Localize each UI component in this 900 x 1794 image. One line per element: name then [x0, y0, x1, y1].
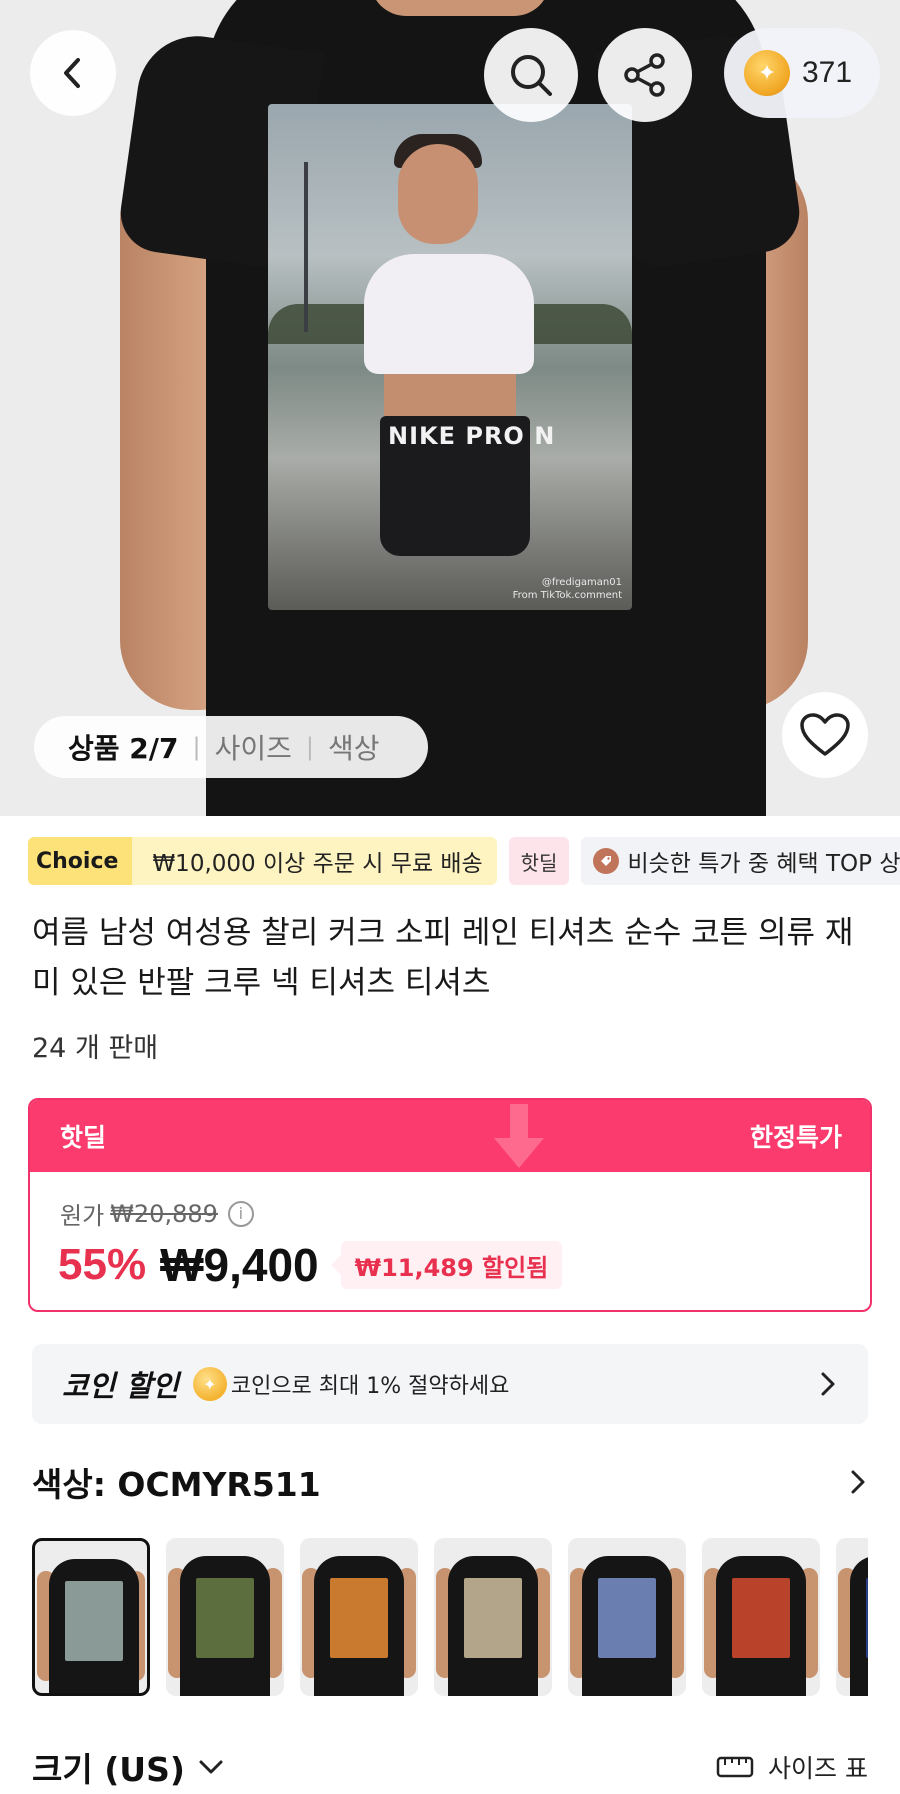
- color-swatch[interactable]: [702, 1538, 820, 1696]
- similar-deal-label: 비슷한 특가 중 혜택 TOP 상: [627, 851, 900, 877]
- swatch-art: [65, 1581, 123, 1661]
- chevron-left-icon: [64, 58, 80, 88]
- gallery-tab-color[interactable]: 색상: [328, 727, 380, 767]
- model-neck: [370, 0, 550, 16]
- chevron-right-icon: [851, 1470, 865, 1494]
- color-selector-header[interactable]: 색상: OCMYR511: [32, 1458, 868, 1506]
- original-price: ₩20,889: [110, 1199, 218, 1228]
- swatch-art: [866, 1578, 868, 1658]
- current-price: ₩9,400: [160, 1239, 319, 1291]
- free-shipping-label: ₩10,000 이상 주문 시 무료 배송: [132, 837, 497, 885]
- down-arrow-icon: [494, 1104, 544, 1168]
- print-credit-line-1: @fredigaman01: [541, 577, 622, 588]
- color-swatch[interactable]: [32, 1538, 150, 1696]
- coin-balance[interactable]: ✦ 371: [724, 28, 880, 118]
- swatch-art: [196, 1578, 254, 1658]
- print-figure-top: [364, 254, 534, 374]
- heart-icon: [800, 713, 850, 756]
- banner-right-label: 한정특가: [749, 1123, 842, 1152]
- hot-deal-tag[interactable]: 핫딜: [508, 837, 570, 885]
- color-swatch[interactable]: [300, 1538, 418, 1696]
- color-label: 색상: OCMYR511: [32, 1465, 321, 1504]
- product-image-gallery[interactable]: NIKE PRO N @fredigaman01 From TikTok.com…: [0, 0, 900, 816]
- color-swatch[interactable]: [568, 1538, 686, 1696]
- gallery-tabs: 상품 2/7 | 사이즈 | 색상: [34, 716, 428, 778]
- color-swatch[interactable]: [166, 1538, 284, 1696]
- swatch-art: [598, 1578, 656, 1658]
- coin-discount-row[interactable]: 코인 할인 ✦ 코인으로 최대 1% 절약하세요: [32, 1344, 868, 1424]
- current-price-row: 55% ₩9,400 ₩11,489 할인됨: [58, 1238, 563, 1292]
- tab-separator: |: [192, 733, 201, 761]
- chevron-right-icon: [821, 1372, 835, 1396]
- size-chart-link[interactable]: 사이즈 표: [716, 1749, 868, 1785]
- share-button[interactable]: [598, 28, 692, 122]
- size-label: 크기 (US): [32, 1750, 185, 1789]
- gallery-tab-product[interactable]: 상품 2/7: [68, 727, 178, 767]
- coin-discount-label: 코인 할인: [62, 1369, 179, 1403]
- saved-amount: ₩11,489 할인됨: [330, 1241, 563, 1289]
- color-swatch[interactable]: [836, 1538, 868, 1696]
- print-light-pole: [304, 162, 308, 332]
- swatch-art: [464, 1578, 522, 1658]
- coin-discount-desc: 코인으로 최대 1% 절약하세요: [230, 1374, 510, 1399]
- hot-deal-banner: 핫딜 한정특가: [30, 1100, 870, 1172]
- promo-tags: Choice ₩10,000 이상 주문 시 무료 배송 핫딜 비슷한 특가 중…: [28, 836, 900, 886]
- size-chart-label: 사이즈 표: [768, 1754, 868, 1783]
- search-icon: [511, 55, 552, 96]
- similar-deal-tag[interactable]: 비슷한 특가 중 혜택 TOP 상: [581, 837, 900, 885]
- info-icon[interactable]: i: [227, 1200, 254, 1227]
- print-figure-head: [398, 144, 478, 244]
- choice-label: Choice: [28, 837, 133, 885]
- coin-icon: ✦: [192, 1367, 227, 1401]
- back-button[interactable]: [30, 30, 116, 116]
- coin-icon: ✦: [744, 50, 790, 96]
- original-price-row: 원가 ₩20,889 i: [60, 1196, 254, 1231]
- size-dropdown[interactable]: 크기 (US): [32, 1743, 225, 1791]
- coin-count: 371: [802, 56, 853, 89]
- original-label: 원가: [60, 1202, 105, 1230]
- swatch-art: [330, 1578, 388, 1658]
- color-swatch[interactable]: [434, 1538, 552, 1696]
- print-figure-waist: [384, 374, 516, 418]
- color-swatches: [32, 1538, 868, 1698]
- choice-tag[interactable]: Choice ₩10,000 이상 주문 시 무료 배송: [28, 837, 497, 885]
- product-title: 여름 남성 여성용 찰리 커크 소피 레인 티셔츠 순수 코튼 의류 재미 있은…: [32, 915, 854, 1001]
- price-card: 핫딜 한정특가 원가 ₩20,889 i 55% ₩9,400 ₩11,489 …: [28, 1098, 872, 1312]
- print-band-text: NIKE PRO N: [388, 422, 556, 450]
- swatch-art: [732, 1578, 790, 1658]
- gallery-tab-size[interactable]: 사이즈: [215, 727, 292, 767]
- wishlist-button[interactable]: [782, 692, 868, 778]
- discount-percent: 55%: [58, 1240, 147, 1289]
- tab-separator: |: [305, 733, 314, 761]
- ruler-icon: [716, 1756, 754, 1778]
- print-credit-line-2: From TikTok.comment: [512, 590, 622, 601]
- banner-left-label: 핫딜: [60, 1123, 107, 1152]
- tag-icon: [593, 848, 620, 874]
- chevron-down-icon: [199, 1760, 223, 1774]
- search-button[interactable]: [484, 28, 578, 122]
- share-icon: [624, 53, 665, 97]
- sold-count: 24 개 판매: [32, 1033, 159, 1064]
- print-credit: @fredigaman01 From TikTok.comment: [513, 576, 622, 602]
- tshirt-print: NIKE PRO N @fredigaman01 From TikTok.com…: [268, 104, 632, 610]
- size-selector-header: 크기 (US) 사이즈 표: [32, 1740, 868, 1794]
